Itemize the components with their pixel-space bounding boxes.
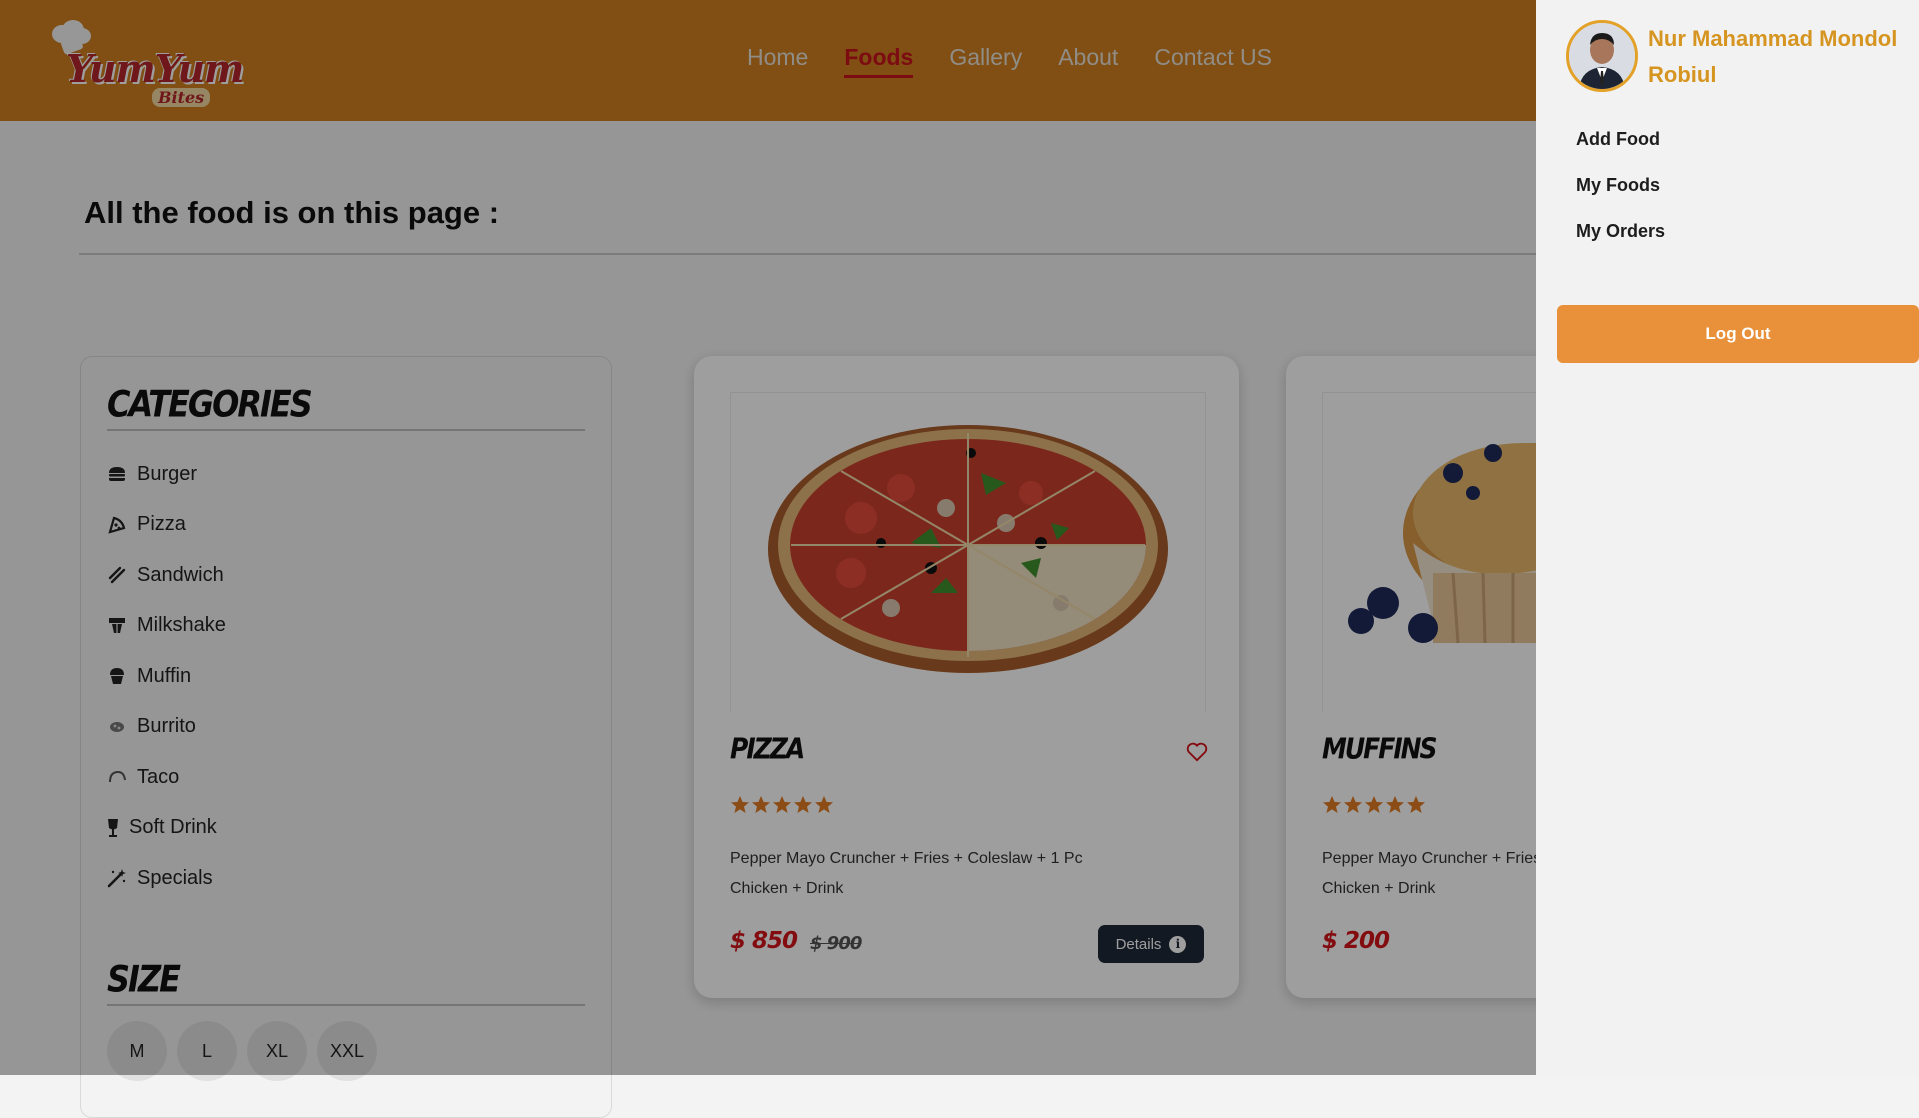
drawer-backdrop[interactable] [0, 0, 1536, 1075]
avatar[interactable] [1566, 20, 1638, 92]
user-drawer: Nur Mahammad Mondol Robiul Add Food My F… [1536, 0, 1919, 1075]
menu-my-orders[interactable]: My Orders [1576, 213, 1665, 259]
user-menu: Add Food My Foods My Orders [1576, 121, 1665, 259]
user-name: Nur Mahammad Mondol Robiul [1648, 26, 1898, 87]
logout-button[interactable]: Log Out [1557, 305, 1919, 363]
menu-add-food[interactable]: Add Food [1576, 121, 1665, 167]
menu-my-foods[interactable]: My Foods [1576, 167, 1665, 213]
